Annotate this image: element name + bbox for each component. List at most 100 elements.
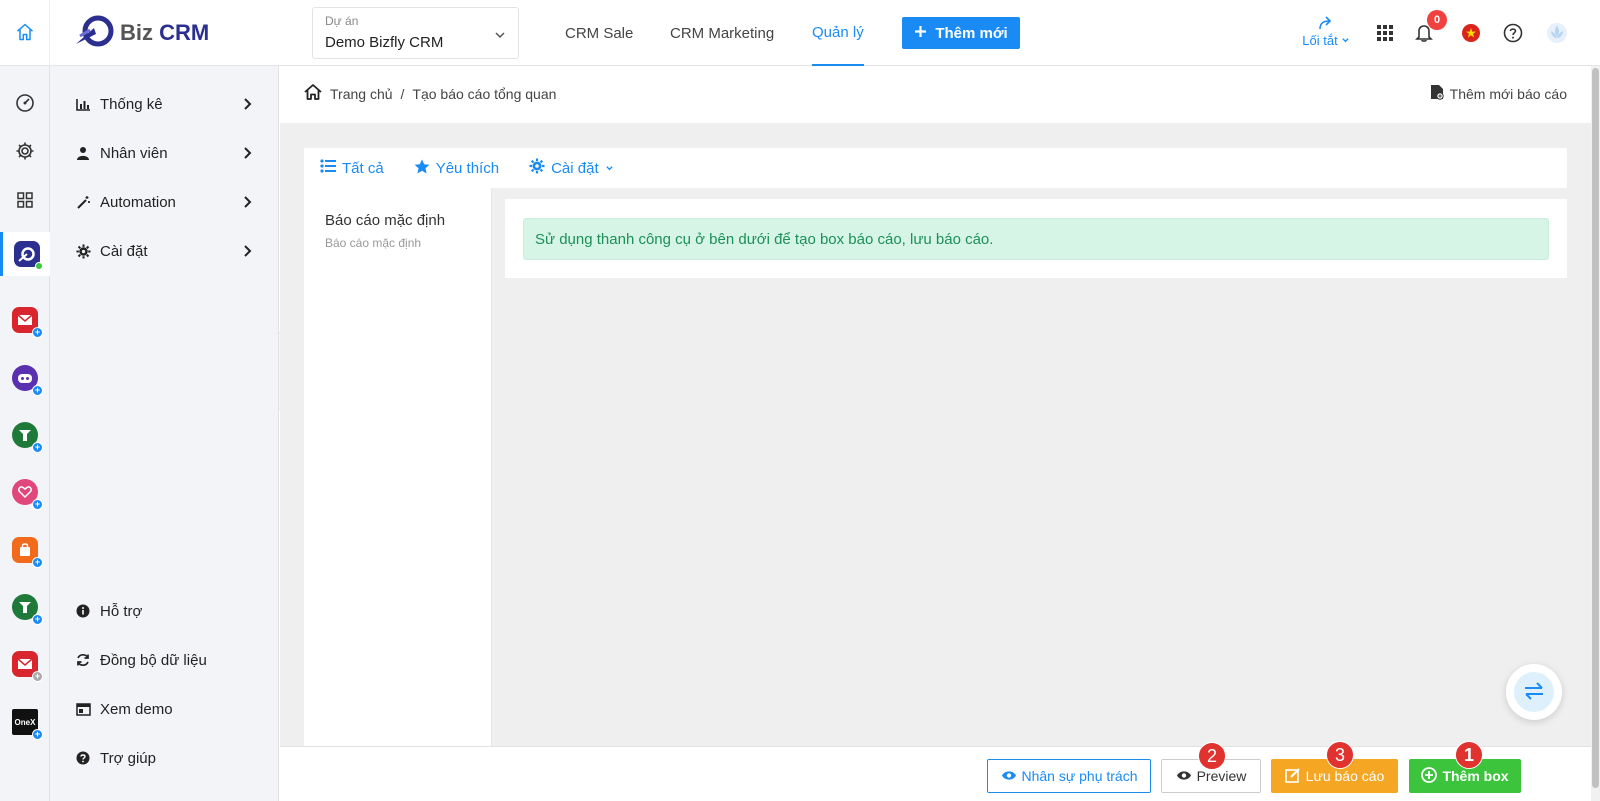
add-box-button[interactable]: 1 Thêm box: [1409, 741, 1521, 793]
step-marker: 2: [1198, 742, 1226, 770]
bizfly-green-app-icon: +: [12, 422, 43, 453]
project-label: Dự án: [325, 14, 359, 28]
logo-text: Biz CRM: [120, 19, 210, 45]
home-icon: [15, 22, 35, 45]
chatbot-app-icon: +: [12, 365, 43, 396]
add-new-button[interactable]: Thêm mới: [902, 17, 1020, 49]
home-icon[interactable]: [304, 84, 322, 103]
grid-icon: [17, 191, 33, 211]
bizcrm-logo-icon: [74, 14, 114, 51]
sidebar-item-ho-tro[interactable]: Hỗ trợ: [50, 591, 279, 631]
rail-grid[interactable]: [0, 181, 50, 221]
sidebar-item-tro-giup[interactable]: Trợ giúp: [50, 738, 279, 778]
plus-circle-icon: [1421, 766, 1438, 786]
apps-grid-icon[interactable]: [1374, 22, 1396, 44]
eye-icon: [1001, 768, 1017, 784]
tab-cai-dat[interactable]: Cài đặt: [529, 158, 614, 178]
add-report-button[interactable]: Thêm mới báo cáo: [1430, 84, 1567, 103]
breadcrumb-bar: Trang chủ / Tạo báo cáo tổng quan Thêm m…: [280, 66, 1591, 123]
bizfly-green-app-icon-2: +: [12, 594, 43, 625]
help-circle-icon[interactable]: [1502, 22, 1524, 44]
tab-label: Cài đặt: [551, 159, 599, 177]
home-button[interactable]: [0, 0, 50, 66]
nav-crm-marketing[interactable]: CRM Marketing: [670, 0, 774, 66]
rail-chatbot[interactable]: +: [0, 358, 50, 398]
staff-in-charge-button[interactable]: Nhân sự phụ trách: [987, 759, 1151, 793]
report-list-item-title[interactable]: Báo cáo mặc định: [325, 212, 445, 229]
floating-switch-button[interactable]: [1506, 664, 1562, 720]
shop-app-icon: +: [12, 537, 43, 568]
user-icon: [76, 146, 96, 160]
chevron-right-icon: [243, 195, 253, 213]
bizcrm-logo[interactable]: Biz CRM: [74, 14, 209, 51]
rail-shop[interactable]: +: [0, 530, 50, 570]
chevron-down-icon: [605, 160, 614, 177]
tab-tat-ca[interactable]: Tất cả: [320, 159, 384, 177]
info-alert: Sử dụng thanh công cụ ở bên dưới để tạo …: [523, 218, 1549, 260]
bizmail-app-icon-2: +: [12, 651, 43, 682]
sidebar-item-dong-bo[interactable]: Đồng bộ dữ liệu: [50, 640, 279, 680]
dashboard-icon: [15, 93, 35, 116]
rail-heart-app[interactable]: +: [0, 472, 50, 512]
staff-label: Nhân sự phụ trách: [1021, 768, 1138, 784]
magic-wand-icon: [76, 195, 96, 210]
save-report-button[interactable]: 3 Lưu báo cáo: [1271, 741, 1398, 793]
sidebar-item-nhan-vien[interactable]: Nhân viên: [50, 133, 279, 173]
sync-icon: [76, 653, 96, 667]
bizmail-app-icon: +: [12, 307, 43, 338]
chevron-down-icon: [1341, 33, 1350, 48]
edit-icon: [1284, 767, 1301, 786]
info-icon: [76, 604, 96, 618]
report-content-card: Sử dụng thanh công cụ ở bên dưới để tạo …: [505, 199, 1567, 278]
swap-arrows-icon: [1523, 681, 1545, 703]
tab-yeu-thich[interactable]: Yêu thích: [414, 159, 499, 178]
chevron-right-icon: [243, 97, 253, 115]
nav-crm-sale[interactable]: CRM Sale: [565, 0, 633, 66]
rail-dashboard[interactable]: [0, 84, 50, 124]
heart-app-icon: +: [12, 479, 43, 510]
save-label: Lưu báo cáo: [1305, 768, 1385, 784]
page-scrollbar[interactable]: [1591, 66, 1600, 801]
rail-settings[interactable]: [0, 132, 50, 172]
breadcrumb-separator: /: [400, 85, 405, 102]
project-selector[interactable]: Dự án Demo Bizfly CRM: [312, 7, 519, 59]
eye-icon: [1176, 768, 1192, 784]
gear-icon: [15, 141, 35, 164]
tab-label: Tất cả: [342, 159, 384, 177]
sidebar-item-automation[interactable]: Automation: [50, 182, 279, 222]
report-tabs: Tất cả Yêu thích Cài đặt: [304, 148, 1567, 188]
shortcut-menu[interactable]: Lối tắt: [1296, 16, 1356, 48]
share-arrow-icon: [1296, 16, 1356, 33]
gear-icon: [76, 243, 96, 259]
chevron-right-icon: [243, 244, 253, 262]
online-dot: [34, 262, 43, 270]
bar-chart-icon: [76, 98, 96, 111]
rail-bizfly-green-2[interactable]: +: [0, 587, 50, 627]
breadcrumb-current: Tạo báo cáo tổng quan: [412, 85, 557, 102]
avatar[interactable]: [1546, 22, 1568, 44]
rail-bizfly-green[interactable]: +: [0, 415, 50, 455]
shortcut-label: Lối tắt: [1302, 33, 1338, 48]
sidebar-item-xem-demo[interactable]: Xem demo: [50, 689, 279, 729]
bizcrm-app-icon: [13, 241, 43, 270]
rail-bizmail[interactable]: +: [0, 300, 50, 340]
step-marker: 1: [1455, 741, 1483, 769]
rail-bizcrm[interactable]: [0, 232, 50, 276]
chevron-down-icon: [494, 28, 506, 44]
sidebar-item-cai-dat[interactable]: Cài đặt: [50, 231, 279, 271]
list-icon: [320, 159, 336, 177]
chevron-right-icon: [243, 146, 253, 164]
notification-badge: 0: [1427, 10, 1447, 30]
rail-bizmail-2[interactable]: +: [0, 644, 50, 684]
tab-label: Yêu thích: [435, 159, 500, 177]
preview-button[interactable]: 2 Preview: [1161, 742, 1261, 793]
nav-quan-ly[interactable]: Quản lý: [812, 0, 864, 66]
breadcrumb-home[interactable]: Trang chủ: [330, 86, 393, 102]
app-rail: + + + + + + + OneX +: [0, 66, 50, 801]
rail-onex[interactable]: OneX +: [0, 702, 50, 742]
sidebar-item-thong-ke[interactable]: Thống kê: [50, 84, 279, 124]
vietnam-flag-icon[interactable]: [1460, 22, 1482, 44]
main-content: Trang chủ / Tạo báo cáo tổng quan Thêm m…: [280, 66, 1600, 801]
scrollbar-thumb[interactable]: [1592, 68, 1599, 788]
preview-label: Preview: [1196, 768, 1247, 784]
